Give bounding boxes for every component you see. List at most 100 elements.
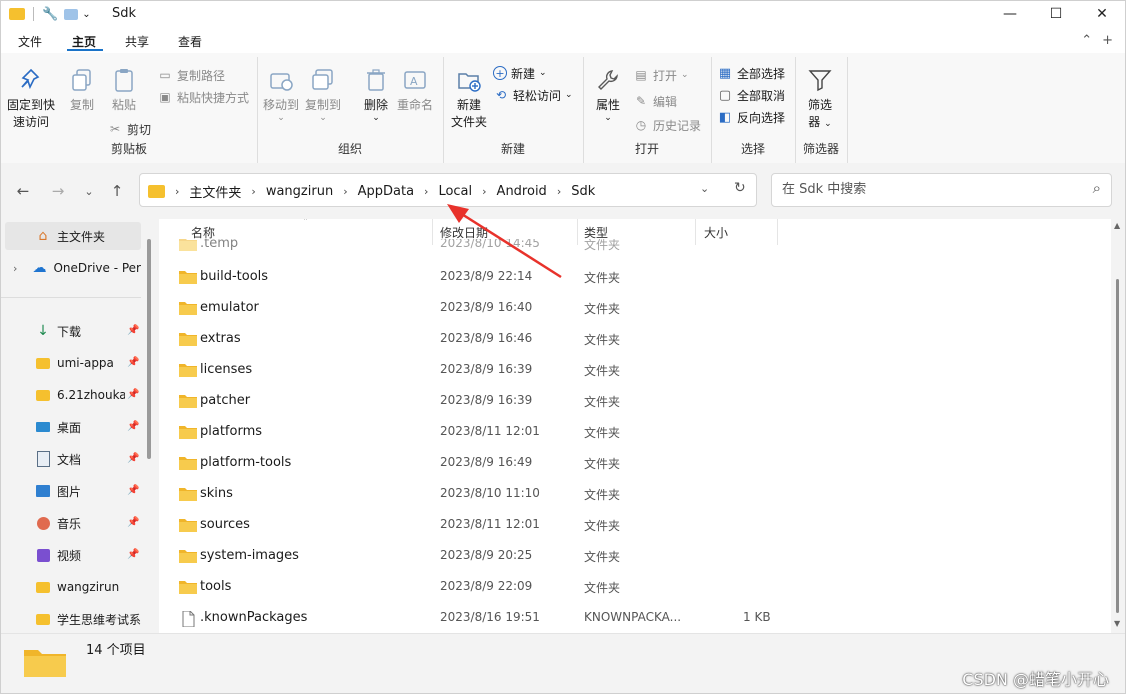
select-none-button[interactable]: ▢ 全部取消 bbox=[717, 85, 785, 105]
file-row[interactable]: extras 2023/8/9 16:46 文件夹 bbox=[159, 324, 1099, 355]
pin-icon[interactable]: 📌 bbox=[127, 517, 139, 528]
easy-access-dropdown-icon: ⌄ bbox=[565, 90, 573, 100]
pin-to-quick-access-button[interactable]: 固定到快 速访问 bbox=[7, 65, 55, 131]
move-to-button[interactable]: 移动到 ⌄ bbox=[263, 65, 299, 123]
crumb-android[interactable]: Android bbox=[497, 184, 547, 199]
search-icon[interactable]: ⌕ bbox=[1093, 179, 1101, 197]
file-row[interactable]: platform-tools 2023/8/9 16:49 文件夹 bbox=[159, 448, 1099, 479]
scroll-down-icon[interactable]: ▼ bbox=[1114, 619, 1120, 628]
crumb-sdk[interactable]: Sdk bbox=[571, 184, 595, 199]
back-arrow-icon[interactable]: ← bbox=[11, 179, 35, 203]
sidebar-item-umi-appa[interactable]: umi-appa bbox=[1, 349, 141, 377]
expand-chevron-icon[interactable]: › bbox=[13, 262, 31, 275]
pin-icon[interactable]: 📌 bbox=[127, 453, 139, 464]
help-icon[interactable]: + bbox=[1102, 33, 1113, 48]
file-row[interactable]: skins 2023/8/10 11:10 文件夹 bbox=[159, 479, 1099, 510]
select-all-icon: ▦ bbox=[718, 65, 732, 81]
easy-access-button[interactable]: ⟲ 轻松访问 ⌄ bbox=[493, 85, 573, 105]
refresh-icon[interactable]: ↻ bbox=[734, 180, 746, 196]
file-row[interactable]: licenses 2023/8/9 16:39 文件夹 bbox=[159, 355, 1099, 386]
sidebar-item-videos[interactable]: 视频 bbox=[1, 541, 141, 569]
address-bar[interactable]: › 主文件夹 › wangzirun › AppData › Local › A… bbox=[139, 173, 757, 207]
tab-view[interactable]: 查看 bbox=[178, 33, 202, 50]
sidebar-item-music[interactable]: 音乐 bbox=[1, 509, 141, 537]
paste-button[interactable]: 粘贴 bbox=[109, 65, 139, 114]
new-folder-quick-icon[interactable] bbox=[64, 8, 79, 20]
pin-icon[interactable]: 📌 bbox=[127, 549, 139, 560]
copy-path-button[interactable]: ▭ 复制路径 bbox=[157, 65, 225, 85]
minimize-button[interactable]: — bbox=[987, 1, 1033, 27]
copy-to-button[interactable]: 复制到 ⌄ bbox=[305, 65, 341, 123]
edit-button[interactable]: ✎ 编辑 bbox=[633, 91, 677, 111]
sidebar-item-pictures[interactable]: 图片 bbox=[1, 477, 141, 505]
sidebar-item-documents[interactable]: 文档 bbox=[1, 445, 141, 473]
file-row[interactable]: emulator 2023/8/9 16:40 文件夹 bbox=[159, 293, 1099, 324]
pin-icon[interactable]: 📌 bbox=[127, 357, 139, 368]
properties-quick-icon[interactable]: 🔧 bbox=[42, 7, 58, 22]
file-row[interactable]: tools 2023/8/9 22:09 文件夹 bbox=[159, 572, 1099, 603]
select-all-button[interactable]: ▦ 全部选择 bbox=[717, 63, 785, 83]
forward-arrow-icon[interactable]: → bbox=[46, 179, 70, 203]
sidebar-scrollbar[interactable] bbox=[147, 239, 151, 459]
scrollbar-thumb[interactable] bbox=[1116, 279, 1119, 613]
separator bbox=[33, 7, 34, 21]
open-button[interactable]: ▤ 打开 ⌄ bbox=[633, 65, 688, 85]
recent-locations-chevron-icon[interactable]: ⌄ bbox=[77, 179, 101, 203]
search-box[interactable]: ⌕ bbox=[771, 173, 1112, 207]
desktop-icon bbox=[35, 419, 51, 435]
file-row[interactable]: .knownPackages 2023/8/16 19:51 KNOWNPACKA.… bbox=[159, 603, 1099, 633]
pin-icon[interactable]: 📌 bbox=[127, 325, 139, 336]
paste-shortcut-button[interactable]: ▣ 粘贴快捷方式 bbox=[157, 87, 249, 107]
tab-share[interactable]: 共享 bbox=[125, 33, 149, 50]
new-folder-label-line1: 新建 bbox=[457, 98, 482, 112]
file-row[interactable]: platforms 2023/8/11 12:01 文件夹 bbox=[159, 417, 1099, 448]
close-button[interactable]: ✕ bbox=[1079, 1, 1125, 27]
scroll-up-icon[interactable]: ▲ bbox=[1114, 221, 1120, 230]
crumb-local[interactable]: Local bbox=[438, 184, 472, 199]
sidebar-item-label: 6.21zhoukao bbox=[57, 388, 125, 402]
tab-home[interactable]: 主页 bbox=[72, 33, 96, 50]
rename-button[interactable]: A 重命名 bbox=[397, 65, 433, 114]
sidebar-item-wangzirun[interactable]: wangzirun bbox=[1, 573, 141, 601]
address-dropdown-icon[interactable]: ⌄ bbox=[700, 182, 709, 195]
pin-icon[interactable]: 📌 bbox=[127, 421, 139, 432]
sidebar-item-student-exam[interactable]: 学生思维考试系 bbox=[1, 605, 141, 633]
properties-button[interactable]: 属性 ⌄ bbox=[593, 65, 623, 123]
filter-label-line1: 筛选 bbox=[807, 98, 832, 112]
copy-button[interactable]: 复制 bbox=[67, 65, 97, 114]
file-row[interactable]: build-tools 2023/8/9 22:14 文件夹 bbox=[159, 262, 1099, 293]
up-arrow-icon[interactable]: ↑ bbox=[105, 179, 129, 203]
history-button[interactable]: ◷ 历史记录 bbox=[633, 115, 701, 135]
crumb-appdata[interactable]: AppData bbox=[358, 184, 414, 199]
sidebar-item-home[interactable]: ⌂ 主文件夹 bbox=[5, 222, 141, 250]
file-name: emulator bbox=[200, 300, 259, 315]
file-list-scrollbar[interactable]: ▲ ▼ bbox=[1113, 219, 1125, 633]
move-to-icon bbox=[266, 65, 296, 95]
tab-file[interactable]: 文件 bbox=[18, 33, 42, 50]
sidebar-item-desktop[interactable]: 桌面 bbox=[1, 413, 141, 441]
sidebar-item-onedrive[interactable]: › ☁ OneDrive - Per bbox=[1, 254, 141, 282]
maximize-button[interactable]: ☐ bbox=[1033, 1, 1079, 27]
customize-quick-access-icon[interactable]: ⌄ bbox=[82, 9, 90, 20]
pin-icon[interactable]: 📌 bbox=[127, 485, 139, 496]
delete-button[interactable]: 删除 ⌄ bbox=[361, 65, 391, 123]
folder-icon bbox=[35, 579, 51, 595]
new-folder-icon bbox=[454, 65, 484, 95]
search-input[interactable] bbox=[780, 181, 1074, 198]
file-row[interactable]: patcher 2023/8/9 16:39 文件夹 bbox=[159, 386, 1099, 417]
file-row[interactable]: sources 2023/8/11 12:01 文件夹 bbox=[159, 510, 1099, 541]
new-folder-button[interactable]: 新建 文件夹 bbox=[451, 65, 487, 131]
sidebar-item-downloads[interactable]: ↓ 下载 bbox=[1, 317, 141, 345]
invert-selection-button[interactable]: ◧ 反向选择 bbox=[717, 107, 785, 127]
crumb-home[interactable]: 主文件夹 bbox=[189, 182, 241, 201]
cut-button[interactable]: ✂ 剪切 bbox=[107, 119, 151, 139]
new-item-button[interactable]: + 新建 ⌄ bbox=[493, 63, 547, 83]
filter-button[interactable]: 筛选 器 ⌄ bbox=[805, 65, 835, 133]
crumb-wangzirun[interactable]: wangzirun bbox=[266, 184, 333, 199]
pin-icon[interactable]: 📌 bbox=[127, 389, 139, 400]
sidebar-item-6-21zhoukao[interactable]: 6.21zhoukao bbox=[1, 381, 125, 409]
file-row[interactable]: system-images 2023/8/9 20:25 文件夹 bbox=[159, 541, 1099, 572]
collapse-ribbon-icon[interactable]: ⌃ bbox=[1081, 33, 1092, 48]
file-type: 文件夹 bbox=[584, 271, 621, 285]
file-type: KNOWNPACKA... bbox=[584, 610, 682, 624]
